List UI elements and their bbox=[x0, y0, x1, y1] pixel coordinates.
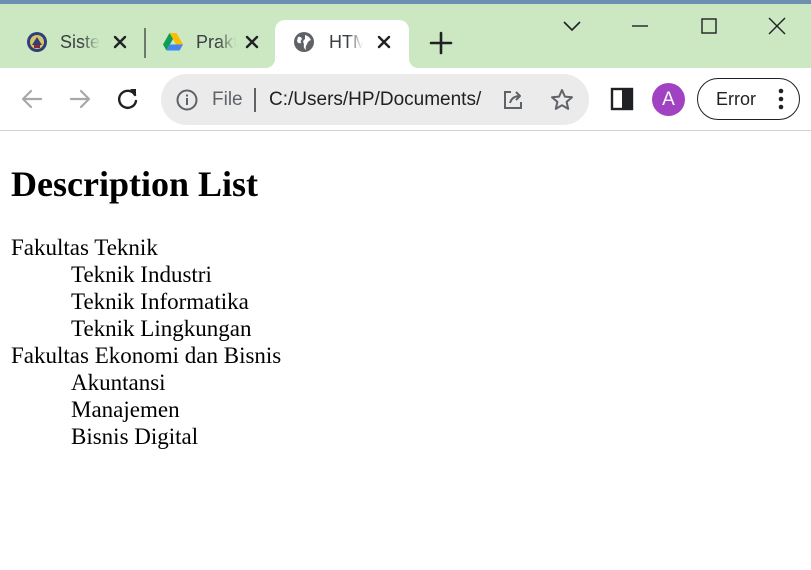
tab-title: Sistem bbox=[60, 32, 100, 52]
tab-separator bbox=[144, 28, 146, 58]
info-icon[interactable] bbox=[175, 88, 199, 112]
close-icon[interactable] bbox=[374, 32, 394, 52]
new-tab-button[interactable] bbox=[428, 30, 454, 56]
university-crest-icon bbox=[27, 32, 47, 52]
bookmark-star-icon[interactable] bbox=[549, 87, 575, 113]
forward-button[interactable] bbox=[67, 86, 93, 112]
tab-title: HTML bbox=[329, 32, 363, 52]
google-drive-icon bbox=[163, 33, 183, 51]
tab-sistem[interactable]: Sistem bbox=[12, 20, 140, 68]
maximize-button[interactable] bbox=[697, 14, 721, 38]
close-icon[interactable] bbox=[110, 32, 130, 52]
list-term: Fakultas Ekonomi dan Bisnis bbox=[11, 343, 282, 368]
share-icon[interactable] bbox=[501, 88, 525, 112]
error-label: Error bbox=[716, 89, 756, 109]
page-title: Description List bbox=[11, 164, 258, 204]
close-icon[interactable] bbox=[242, 32, 262, 52]
scheme-divider bbox=[254, 88, 256, 112]
window-top-border bbox=[0, 0, 811, 4]
back-button[interactable] bbox=[19, 86, 45, 112]
list-term: Fakultas Teknik bbox=[11, 235, 158, 260]
list-description: Teknik Lingkungan bbox=[71, 316, 252, 341]
list-description: Bisnis Digital bbox=[71, 424, 199, 449]
scheme-label: File bbox=[212, 89, 243, 110]
minimize-button[interactable] bbox=[628, 14, 652, 38]
list-description: Teknik Industri bbox=[71, 262, 212, 287]
url-text[interactable]: C:/Users/HP/Documents/ bbox=[269, 88, 484, 112]
tab-praktikum[interactable]: Praktikum bbox=[148, 20, 272, 68]
tab-title: Praktikum bbox=[196, 32, 236, 52]
kebab-menu-icon[interactable] bbox=[770, 87, 792, 111]
error-button[interactable]: Error bbox=[697, 78, 800, 120]
close-window-button[interactable] bbox=[765, 14, 789, 38]
tab-strip: Sistem Praktikum HTML bbox=[0, 0, 811, 68]
list-description: Teknik Informatika bbox=[71, 289, 249, 314]
list-description: Manajemen bbox=[71, 397, 180, 422]
list-description: Akuntansi bbox=[71, 370, 166, 395]
description-list: Fakultas Teknik Teknik Industri Teknik I… bbox=[11, 234, 281, 450]
tab-search-chevron-icon[interactable] bbox=[560, 14, 584, 38]
profile-avatar[interactable]: A bbox=[652, 83, 685, 116]
page-viewport: Description List Fakultas Teknik Teknik … bbox=[0, 132, 811, 570]
side-panel-icon[interactable] bbox=[609, 86, 635, 112]
tab-html[interactable]: HTML bbox=[265, 20, 419, 68]
address-bar[interactable]: File C:/Users/HP/Documents/ bbox=[161, 74, 589, 125]
reload-button[interactable] bbox=[115, 86, 141, 112]
globe-icon bbox=[294, 32, 314, 52]
browser-toolbar: File C:/Users/HP/Documents/ A Error bbox=[0, 68, 811, 131]
